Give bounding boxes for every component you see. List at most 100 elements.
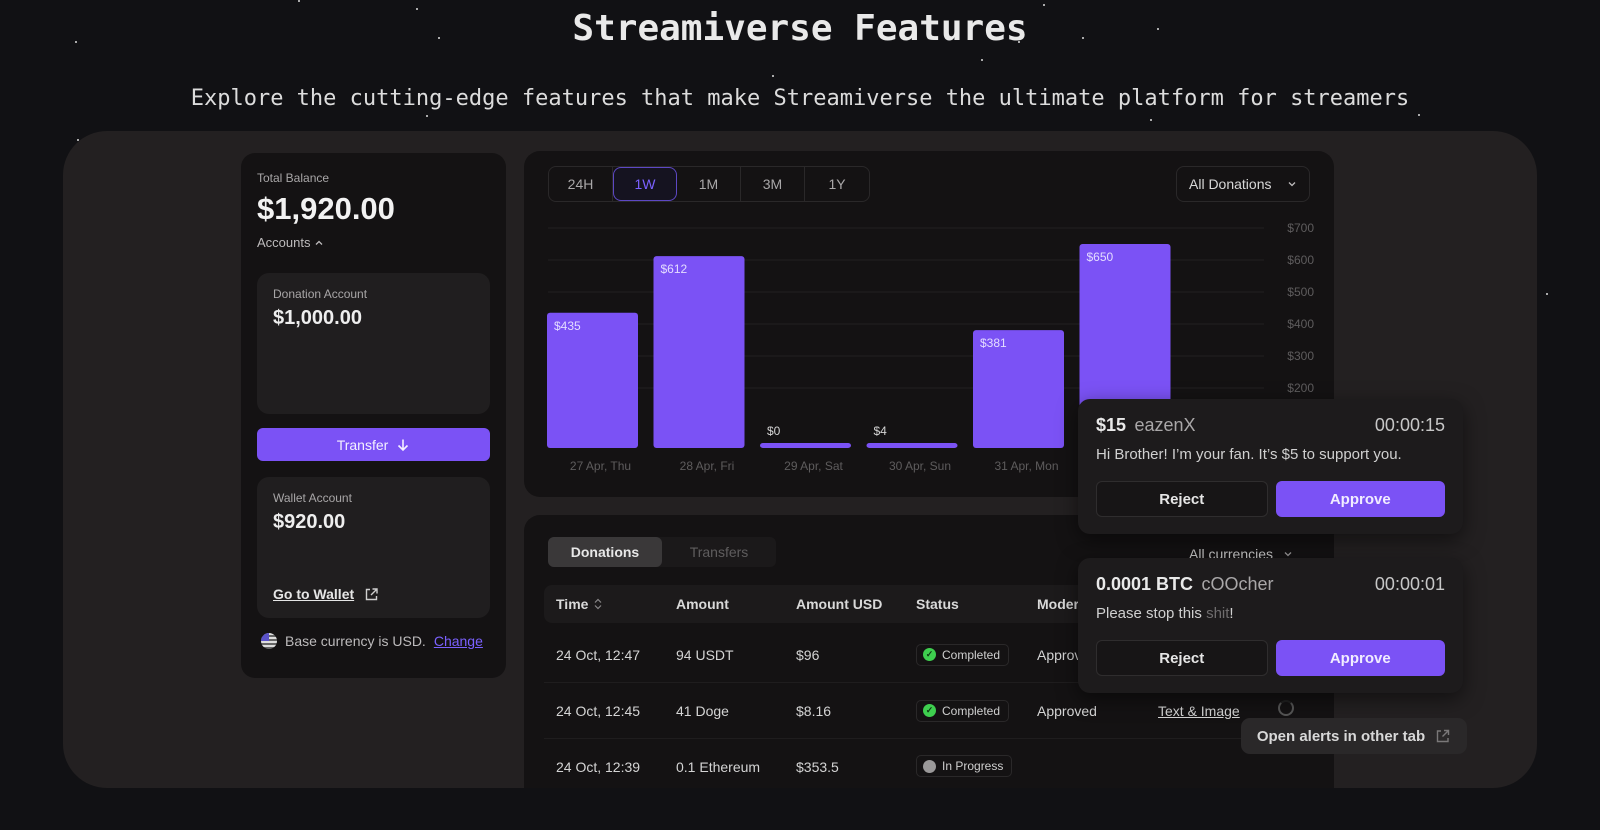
star: [298, 0, 300, 2]
x-tick-label: 27 Apr, Thu: [570, 459, 631, 473]
donation-account-value: $1,000.00: [273, 307, 362, 329]
y-tick-label: $700: [1287, 221, 1314, 235]
bar-value-label: $650: [1087, 250, 1114, 264]
arrow-down-icon: [398, 439, 409, 451]
y-tick-label: $300: [1287, 349, 1314, 363]
cell-amount: 0.1 Ethereum: [676, 758, 761, 775]
total-balance-value: $1,920.00: [257, 191, 395, 226]
alert-message-text: Please stop this: [1096, 605, 1207, 622]
status-label: Completed: [942, 647, 1001, 662]
x-tick-label: 28 Apr, Fri: [680, 459, 735, 473]
y-tick-label: $400: [1287, 317, 1314, 331]
approve-button[interactable]: Approve: [1275, 640, 1445, 676]
go-to-wallet-label: Go to Wallet: [273, 586, 355, 602]
bar-value-label: $612: [661, 262, 688, 276]
external-link-icon: [365, 587, 378, 600]
status-label: In Progress: [942, 759, 1004, 774]
clock-icon: [923, 759, 936, 773]
table-row[interactable]: 24 Oct, 12:39 0.1 Ethereum $353.5 In Progre…: [544, 739, 1324, 788]
tab-transfers[interactable]: Transfers: [662, 537, 776, 567]
cell-alert-type-link[interactable]: Text & Image: [1158, 703, 1240, 719]
column-time[interactable]: Time: [556, 596, 602, 612]
check-circle-icon: ✓: [923, 704, 936, 717]
transfer-button[interactable]: Transfer: [257, 428, 490, 461]
cell-time: 24 Oct, 12:45: [556, 702, 641, 719]
column-status: Status: [916, 596, 959, 612]
base-currency-text: Base currency is USD.: [285, 633, 426, 649]
column-amount: Amount: [676, 596, 729, 612]
donation-alert-card: 0.0001 BTC cOOcher 00:00:01 Please stop …: [1078, 558, 1463, 693]
cell-amount: 94 USDT: [676, 646, 734, 663]
x-tick-label: 30 Apr, Sun: [889, 459, 951, 473]
open-alerts-button[interactable]: Open alerts in other tab: [1241, 718, 1467, 754]
star: [981, 59, 983, 61]
accounts-label: Accounts: [257, 235, 311, 250]
check-circle-icon: ✓: [923, 648, 936, 661]
bar-value-label: $435: [554, 319, 581, 333]
share-external-icon: [1436, 729, 1450, 743]
x-tick-label: 31 Apr, Mon: [994, 459, 1058, 473]
cell-moderation: Approved: [1037, 702, 1097, 719]
alert-message: Hi Brother! I’m your fan. It’s $5 to sup…: [1096, 446, 1402, 463]
wallet-account-value: $920.00: [273, 511, 346, 533]
us-flag-icon: [261, 633, 277, 649]
y-tick-label: $200: [1287, 381, 1314, 395]
change-currency-link[interactable]: Change: [434, 633, 483, 649]
chevron-up-icon: [316, 240, 323, 245]
status-badge: In Progress: [916, 755, 1013, 778]
star: [426, 115, 428, 117]
bar-value-label: $0: [767, 424, 781, 438]
base-currency-note: Base currency is USD. Change: [261, 633, 483, 649]
chart-bar[interactable]: [760, 443, 851, 448]
donation-account-label: Donation Account: [273, 287, 368, 301]
alert-amount: 0.0001 BTC: [1096, 574, 1194, 594]
sort-icon: [595, 598, 602, 610]
wallet-account-card: Wallet Account $920.00 Go to Wallet: [257, 477, 490, 618]
y-tick-label: $500: [1287, 285, 1314, 299]
approve-button[interactable]: Approve: [1275, 481, 1445, 517]
accounts-toggle[interactable]: Accounts: [257, 235, 490, 250]
cell-amount: 41 Doge: [676, 702, 729, 719]
x-tick-label: 29 Apr, Sat: [784, 459, 843, 473]
cell-amount-usd: $8.16: [796, 702, 832, 719]
reject-button[interactable]: Reject: [1096, 481, 1268, 517]
open-alerts-label: Open alerts in other tab: [1256, 727, 1426, 745]
alert-username: eazenX: [1134, 415, 1196, 435]
chart-bar[interactable]: [866, 443, 958, 448]
column-time-label: Time: [556, 596, 589, 612]
donation-alert-card: $15 eazenX 00:00:15 Hi Brother! I’m your…: [1078, 399, 1463, 534]
page-title: Streamiverse Features: [572, 8, 1028, 49]
tab-donations[interactable]: Donations: [548, 537, 662, 567]
cell-amount-usd: $353.5: [796, 758, 839, 775]
alert-timer: 00:00:01: [1374, 574, 1445, 594]
wallet-account-label: Wallet Account: [273, 491, 352, 505]
cell-amount-usd: $96: [796, 646, 820, 663]
alert-message-end: !: [1229, 605, 1234, 622]
loading-spinner-icon: [1278, 700, 1294, 716]
go-to-wallet-link[interactable]: Go to Wallet: [273, 586, 379, 602]
donation-account-card: Donation Account $1,000.00: [257, 273, 490, 414]
column-moderation: Moder: [1037, 596, 1079, 612]
alert-timer: 00:00:15: [1374, 415, 1445, 435]
alert-amount: $15: [1096, 415, 1127, 435]
reject-button[interactable]: Reject: [1096, 640, 1268, 676]
star: [1150, 119, 1152, 121]
column-amount-usd: Amount USD: [796, 596, 883, 612]
bar-value-label: $381: [980, 336, 1007, 350]
alert-username: cOOcher: [1201, 574, 1274, 594]
status-badge: ✓ Completed: [916, 643, 1010, 666]
cell-time: 24 Oct, 12:47: [556, 646, 641, 663]
cell-time: 24 Oct, 12:39: [556, 758, 641, 775]
cell-moderation: Approv: [1037, 646, 1082, 663]
star: [772, 75, 774, 77]
total-balance-label: Total Balance: [257, 171, 330, 185]
y-tick-label: $600: [1287, 253, 1314, 267]
star: [1546, 293, 1548, 295]
star: [1043, 4, 1045, 6]
censored-word: shit: [1206, 605, 1230, 622]
status-label: Completed: [942, 703, 1001, 718]
chart-bar[interactable]: [547, 312, 638, 448]
page-subtitle: Explore the cutting-edge features that m…: [190, 86, 1410, 111]
chart-bar[interactable]: [653, 256, 745, 448]
transfer-label: Transfer: [336, 436, 389, 453]
